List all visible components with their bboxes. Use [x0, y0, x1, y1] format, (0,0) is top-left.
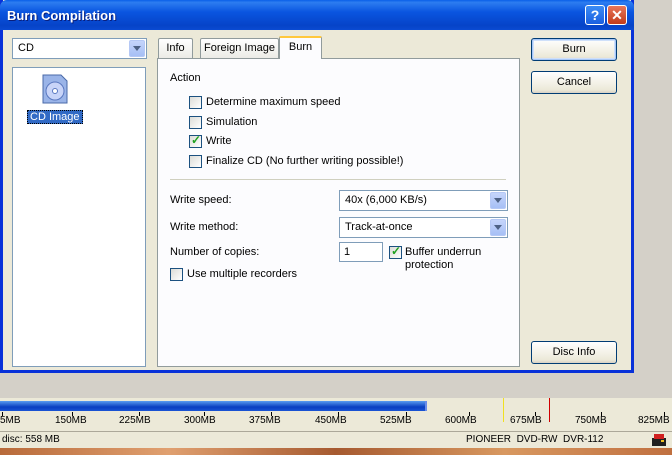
background-app — [634, 0, 672, 373]
tick-label: 375MB — [249, 415, 281, 426]
tick-label: 300MB — [184, 415, 216, 426]
chevron-down-icon[interactable] — [490, 219, 506, 236]
buffer-underrun-label-line2[interactable]: protection — [405, 259, 453, 271]
capacity-marker-red — [549, 398, 550, 422]
compilation-type-select[interactable]: CD — [12, 38, 147, 59]
disc-info-button[interactable]: Disc Info — [531, 341, 617, 364]
desktop-background — [0, 448, 672, 455]
cd-image-icon[interactable] — [41, 73, 69, 105]
tick-label: 450MB — [315, 415, 347, 426]
multiple-recorders-checkbox[interactable] — [170, 268, 183, 281]
multiple-recorders-label[interactable]: Use multiple recorders — [187, 268, 297, 280]
drive-status-icon — [652, 434, 666, 446]
tick-label: 600MB — [445, 415, 477, 426]
chevron-down-icon[interactable] — [490, 192, 506, 209]
simulation-checkbox[interactable] — [189, 116, 202, 129]
write-speed-value: 40x (6,000 KB/s) — [345, 194, 427, 206]
burn-button[interactable]: Burn — [531, 38, 617, 61]
close-icon[interactable]: ✕ — [607, 5, 627, 25]
tick-label: 150MB — [55, 415, 87, 426]
finalize-cd-label[interactable]: Finalize CD (No further writing possible… — [206, 155, 403, 167]
capacity-fill — [0, 401, 425, 411]
write-speed-select[interactable]: 40x (6,000 KB/s) — [339, 190, 508, 211]
write-method-label: Write method: — [170, 221, 239, 233]
buffer-underrun-label[interactable]: Buffer underrun — [405, 246, 481, 258]
compilation-type-value: CD — [18, 42, 34, 54]
buffer-underrun-checkbox[interactable]: ✓ — [389, 244, 402, 259]
finalize-cd-checkbox[interactable] — [189, 155, 202, 168]
tick-label: 825MB — [638, 415, 670, 426]
cancel-button[interactable]: Cancel — [531, 71, 617, 94]
chevron-down-icon[interactable] — [129, 40, 145, 57]
determine-max-speed-label[interactable]: Determine maximum speed — [206, 96, 341, 108]
copies-input[interactable]: 1 — [339, 242, 383, 262]
background-app-row — [0, 373, 672, 398]
list-item[interactable]: CD Image — [27, 110, 83, 124]
capacity-marker-yellow — [503, 398, 504, 422]
tab-info[interactable]: Info — [158, 38, 193, 58]
determine-max-speed-checkbox[interactable] — [189, 96, 202, 109]
burn-compilation-dialog: Burn Compilation ? ✕ CD CD Image Info Fo… — [0, 0, 634, 373]
tick-label: 5MB — [0, 415, 21, 426]
write-speed-label: Write speed: — [170, 194, 232, 206]
checkmark-icon: ✓ — [391, 244, 402, 258]
window-title: Burn Compilation — [7, 8, 117, 23]
write-label[interactable]: Write — [206, 135, 231, 147]
help-icon[interactable]: ? — [585, 5, 605, 25]
capacity-bar: 5MB 150MB 225MB 300MB 375MB 450MB 525MB … — [0, 398, 672, 431]
write-method-select[interactable]: Track-at-once — [339, 217, 508, 238]
tick-label: 675MB — [510, 415, 542, 426]
drive-name-status: PIONEER DVD-RW DVR-112 — [466, 434, 604, 445]
simulation-label[interactable]: Simulation — [206, 116, 257, 128]
tick-label: 225MB — [119, 415, 151, 426]
copies-label: Number of copies: — [170, 246, 260, 258]
status-bar: disc: 558 MB PIONEER DVD-RW DVR-112 — [0, 431, 672, 449]
copies-value: 1 — [344, 246, 351, 258]
disc-size-status: disc: 558 MB — [2, 434, 60, 445]
title-bar[interactable]: Burn Compilation ? ✕ — [0, 0, 634, 30]
action-group-label: Action — [170, 72, 201, 84]
tick-label: 750MB — [575, 415, 607, 426]
compilation-list: CD Image — [12, 67, 146, 367]
burn-tab-panel: Action Determine maximum speed Simulatio… — [157, 58, 520, 367]
divider — [170, 179, 506, 180]
tab-burn[interactable]: Burn — [279, 36, 322, 59]
checkmark-icon: ✓ — [191, 133, 202, 147]
tick-label: 525MB — [380, 415, 412, 426]
write-method-value: Track-at-once — [345, 221, 413, 233]
tab-foreign-image[interactable]: Foreign Image — [200, 38, 279, 58]
write-checkbox[interactable]: ✓ — [189, 133, 202, 148]
capacity-fill-end — [425, 401, 427, 411]
